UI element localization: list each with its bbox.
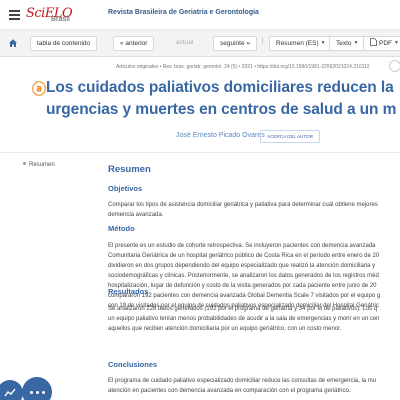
- section-paragraph: El programa de cuidado paliativo especia…: [108, 376, 400, 396]
- sidebar-item-resumen[interactable]: Resumen: [23, 162, 55, 168]
- section-paragraph: Se analizaron 226 datos generados (192 p…: [108, 304, 400, 334]
- paragraph-line: El presente es un estudio de cohorte ret…: [108, 243, 376, 249]
- paragraph-line: un equipo paliativo tenían menos probabi…: [108, 316, 380, 322]
- paragraph-line: demencia avanzada.: [108, 212, 164, 218]
- article-page: SciELO Brasil Revista Brasileira de Geri…: [0, 0, 400, 400]
- more-dots-icon: [30, 391, 33, 394]
- paragraph-line: dividieron en dos grupos dependiendo del…: [108, 263, 376, 269]
- author-name[interactable]: José Ernesto Picado Ovares: [176, 132, 265, 139]
- abstract-language-dropdown[interactable]: Resumen (ES) ▼: [269, 36, 333, 51]
- paragraph-line: aquellos que reciben atención domiciliar…: [108, 326, 342, 332]
- about-author-button[interactable]: ACERCA DEL AUTOR: [260, 130, 320, 143]
- more-dots-icon: [42, 391, 45, 394]
- current-issue-label: actual: [176, 39, 194, 46]
- journal-title[interactable]: Revista Brasileira de Geriatria e Geront…: [108, 9, 259, 16]
- sidebar-item-label: Resumen: [29, 162, 55, 168]
- scielo-logo[interactable]: SciELO Brasil: [26, 4, 73, 26]
- abstract-language-label: Resumen (ES): [276, 40, 319, 47]
- next-article-button[interactable]: seguinte »: [213, 36, 257, 51]
- chevron-down-icon: ▼: [320, 40, 326, 46]
- open-access-icon: ⓐ: [32, 81, 46, 97]
- home-icon: [9, 39, 17, 47]
- hamburger-menu-icon[interactable]: [9, 10, 20, 20]
- paragraph-line: hospitalización, lugar de defunción y co…: [108, 283, 377, 289]
- chart-fab-icon: [4, 388, 16, 397]
- chevron-down-icon: ▼: [353, 40, 359, 46]
- section-heading: Resultados: [108, 287, 149, 296]
- pdf-label: PDF: [379, 40, 392, 47]
- paragraph-line: Comparar los tipos de asistencia domicil…: [108, 202, 378, 208]
- paragraph-line: atención en pacientes con demencia avanz…: [108, 388, 351, 394]
- text-dropdown[interactable]: Texto ▼: [329, 36, 366, 51]
- logo-country: Brasil: [51, 14, 70, 23]
- more-options-button[interactable]: [22, 377, 52, 400]
- share-icon[interactable]: [389, 60, 400, 72]
- bullet-icon: [23, 162, 26, 165]
- paragraph-line: compararon 192 pacientes con demencia av…: [108, 293, 381, 299]
- article-title: Los cuidados paliativos domiciliares red…: [46, 77, 400, 121]
- section-paragraph: Comparar los tipos de asistencia domicil…: [108, 200, 400, 220]
- chevron-down-icon: ▼: [394, 40, 399, 46]
- title-line-1: Los cuidados paliativos domiciliares red…: [46, 79, 394, 96]
- section-heading: Conclusiones: [108, 360, 158, 369]
- previous-article-button[interactable]: « anterior: [113, 36, 155, 51]
- metrics-button[interactable]: [0, 380, 23, 400]
- title-line-2: urgencias y muertes en centros de salud …: [46, 101, 397, 118]
- pdf-file-icon: [370, 38, 377, 46]
- pdf-dropdown[interactable]: PDF ▼: [363, 36, 400, 51]
- table-of-contents-button[interactable]: tabla de contenido: [30, 36, 98, 51]
- toolbar-separator: |: [262, 38, 265, 44]
- text-dropdown-label: Texto: [336, 40, 352, 47]
- site-header: SciELO Brasil Revista Brasileira de Geri…: [0, 0, 400, 30]
- header-divider: [0, 152, 400, 153]
- paragraph-line: Se analizaron 226 datos generados (192 p…: [108, 306, 378, 312]
- paragraph-line: Comunitaria Geriátrica de un hospital ge…: [108, 253, 380, 259]
- paragraph-line: sociodemográficas y clínicas. Posteriorm…: [108, 273, 379, 279]
- article-toolbar: tabla de contenido « anterior actual seg…: [0, 30, 400, 57]
- abstract-heading: Resumen: [108, 164, 151, 175]
- article-meta: Artículos originales • Rev. bras. geriat…: [116, 64, 370, 70]
- more-dots-icon: [36, 391, 39, 394]
- section-heading: Método: [108, 224, 135, 233]
- paragraph-line: El programa de cuidado paliativo especia…: [108, 378, 377, 384]
- section-paragraph: El presente es un estudio de cohorte ret…: [108, 241, 400, 311]
- section-heading: Objetivos: [108, 184, 143, 193]
- home-button[interactable]: [6, 36, 20, 51]
